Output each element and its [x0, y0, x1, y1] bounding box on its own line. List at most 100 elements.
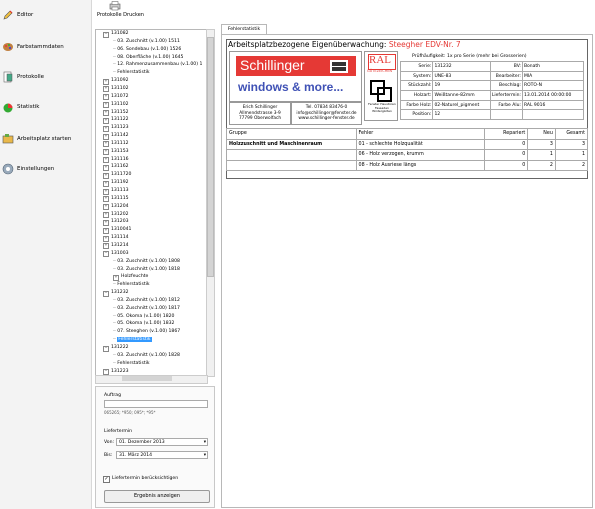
expand-icon[interactable]: + — [103, 141, 109, 148]
auftrag-input[interactable] — [104, 400, 208, 408]
tree-item[interactable]: +131122 — [103, 116, 129, 124]
expand-icon[interactable]: + — [103, 212, 109, 219]
expand-icon[interactable]: + — [113, 274, 119, 281]
expand-icon[interactable]: + — [103, 110, 109, 116]
tree-item[interactable]: +131204 — [103, 203, 129, 211]
tree-item[interactable]: ─ 03. Zuschnitt (v.1.00) 1511 — [113, 38, 180, 46]
tree-item[interactable]: ─ 05. Okoma (v.1.00) 1832 — [113, 320, 174, 328]
tree-item[interactable]: +131202 — [103, 211, 129, 219]
tree-item[interactable]: +131153 — [103, 148, 129, 156]
tree-item[interactable]: +131123 — [103, 124, 129, 132]
nav-item-editor[interactable]: Editor — [2, 6, 88, 24]
tree-item[interactable]: ─ 03. Zuschnitt (v.1.00) 1828 — [113, 352, 180, 360]
tree-item-label: 05. Okoma (v.1.00) 1820 — [117, 313, 175, 319]
expand-icon[interactable]: + — [103, 94, 109, 101]
expand-icon[interactable]: + — [103, 149, 109, 156]
column-header[interactable]: Gruppe — [226, 128, 357, 140]
bis-date-picker[interactable]: 31. März 2014 ▾ — [116, 451, 208, 459]
tree-item[interactable]: ─ 03. Zuschnitt (v.1.00) 1818 — [113, 266, 180, 274]
tree-item[interactable]: +1311720 — [103, 171, 131, 179]
expand-icon[interactable]: + — [103, 86, 109, 93]
calendar-dropdown-icon[interactable]: ▾ — [204, 439, 206, 447]
tree-item[interactable]: +131102 — [103, 85, 129, 93]
expand-icon[interactable]: + — [103, 133, 109, 140]
expand-icon[interactable]: + — [103, 243, 109, 250]
tree-hscroll-thumb[interactable] — [122, 376, 172, 381]
collapse-icon[interactable]: − — [103, 290, 109, 297]
expand-icon[interactable]: + — [103, 157, 109, 164]
tree-scroll-thumb[interactable] — [207, 37, 214, 277]
expand-icon[interactable]: + — [103, 188, 109, 195]
print-protocols-button[interactable]: Protokolle Drucken — [97, 1, 147, 21]
show-results-button[interactable]: Ergebnis anzeigen — [104, 490, 210, 503]
expand-icon[interactable]: + — [103, 227, 109, 234]
tree-item[interactable]: ─ 08. Oberfläche (v.1.00) 1645 — [113, 54, 183, 62]
tree-item[interactable]: ─ Fehlerstatistik — [113, 360, 150, 368]
tree-item[interactable]: ─ 03. Zuschnitt (v.1.00) 1812 — [113, 297, 180, 305]
tree-item[interactable]: ─ 06. Sondebau (v.1.00) 1526 — [113, 46, 181, 54]
tree-item[interactable]: +131102 — [103, 101, 129, 109]
tree-item[interactable]: +131162 — [103, 163, 129, 171]
nav-item-arbeitsplatz[interactable]: Arbeitsplatz starten — [2, 130, 88, 148]
nav-item-farbstammdaten[interactable]: Farbstammdaten — [2, 38, 88, 56]
nav-item-statistik[interactable]: Statistik — [2, 98, 88, 116]
column-header[interactable]: Neu — [527, 128, 556, 140]
collapse-icon[interactable]: − — [103, 251, 109, 258]
tree-item[interactable]: +1310041 — [103, 226, 131, 234]
expand-icon[interactable]: + — [103, 117, 109, 124]
tree-item[interactable]: +131192 — [103, 179, 129, 187]
calendar-dropdown-icon[interactable]: ▾ — [204, 452, 206, 460]
tree-item[interactable]: −131222 — [103, 344, 129, 352]
tree-item[interactable]: −131082 — [103, 30, 129, 38]
expand-icon[interactable]: + — [103, 235, 109, 242]
liefertermin-checkbox[interactable]: ✓ — [103, 476, 110, 483]
table-row[interactable]: 06 - Holz verzogen, krumm 0 1 1 — [226, 149, 589, 161]
collapse-icon[interactable]: − — [103, 345, 109, 352]
tree-item[interactable]: ─ 12. Rahmenzusammenbau (v.1.00) 1 — [113, 61, 202, 69]
tree-item[interactable]: −131003 — [103, 250, 129, 258]
table-row[interactable]: Holzzuschnitt und Maschinenraum 01 - schl… — [226, 138, 589, 150]
expand-icon[interactable]: + — [103, 196, 109, 203]
expand-icon[interactable]: + — [103, 125, 109, 132]
expand-icon[interactable]: + — [103, 219, 109, 226]
tree-item[interactable]: ─ 03. Zuschnitt (v.1.00) 1808 — [113, 258, 180, 266]
expand-icon[interactable]: + — [103, 102, 109, 109]
column-header[interactable]: Gesamt — [554, 128, 589, 140]
tree-item[interactable]: ─ Fehlerstatistik — [113, 281, 150, 289]
column-header[interactable]: Fehler — [355, 128, 486, 140]
tree-item[interactable]: ─ 07. Steeghen (v.1.00) 1867 — [113, 328, 180, 336]
tree-item[interactable]: +131214 — [103, 242, 129, 250]
tree-item[interactable]: +131203 — [103, 218, 129, 226]
tree-item[interactable]: +131142 — [103, 132, 129, 140]
expand-icon[interactable]: + — [103, 164, 109, 171]
tree-item[interactable]: ─ 03. Zuschnitt (v.1.00) 1817 — [113, 305, 180, 313]
tree-item[interactable]: +131152 — [103, 109, 129, 117]
expand-icon[interactable]: + — [103, 172, 109, 179]
tree-item[interactable]: + Holzfeuchte — [113, 273, 148, 281]
tree-item[interactable]: +131114 — [103, 234, 129, 242]
von-date-picker[interactable]: 01. Dezember 2013 ▾ — [116, 438, 208, 446]
nav-item-protokolle[interactable]: Protokolle — [2, 68, 88, 86]
tree-item[interactable]: +131115 — [103, 195, 129, 203]
tree-item[interactable]: ─ 05. Okoma (v.1.00) 1820 — [113, 313, 174, 321]
workplace-icon — [2, 133, 14, 145]
tree-item[interactable]: ─ Fehlerstatistik — [113, 69, 150, 77]
collapse-icon[interactable]: − — [103, 31, 109, 38]
tree-item-selected[interactable]: ─ Fehlerstatistik — [113, 336, 152, 344]
tree-item[interactable]: +131113 — [103, 187, 129, 195]
tree-item[interactable]: +131072 — [103, 93, 129, 101]
tree-item-label: 131102 — [111, 85, 129, 91]
tree-item[interactable]: +131112 — [103, 140, 129, 148]
tree-item[interactable]: +131092 — [103, 77, 129, 85]
protocol-tree[interactable]: −131082 ─ 03. Zuschnitt (v.1.00) 1511 ─ 06… — [95, 29, 208, 383]
nav-item-einstellungen[interactable]: Einstellungen — [2, 160, 88, 178]
tree-item-label: 12. Rahmenzusammenbau (v.1.00) 1 — [117, 62, 203, 68]
expand-icon[interactable]: + — [103, 78, 109, 85]
tree-item[interactable]: −131232 — [103, 289, 129, 297]
column-header[interactable]: Repariert — [484, 128, 529, 140]
expand-icon[interactable]: + — [103, 204, 109, 211]
tree-item-label: 1311720 — [111, 172, 132, 178]
tree-item[interactable]: +131116 — [103, 156, 129, 164]
table-row[interactable]: 08 - Holz Ausriese längs 0 2 2 — [226, 159, 589, 171]
expand-icon[interactable]: + — [103, 180, 109, 187]
